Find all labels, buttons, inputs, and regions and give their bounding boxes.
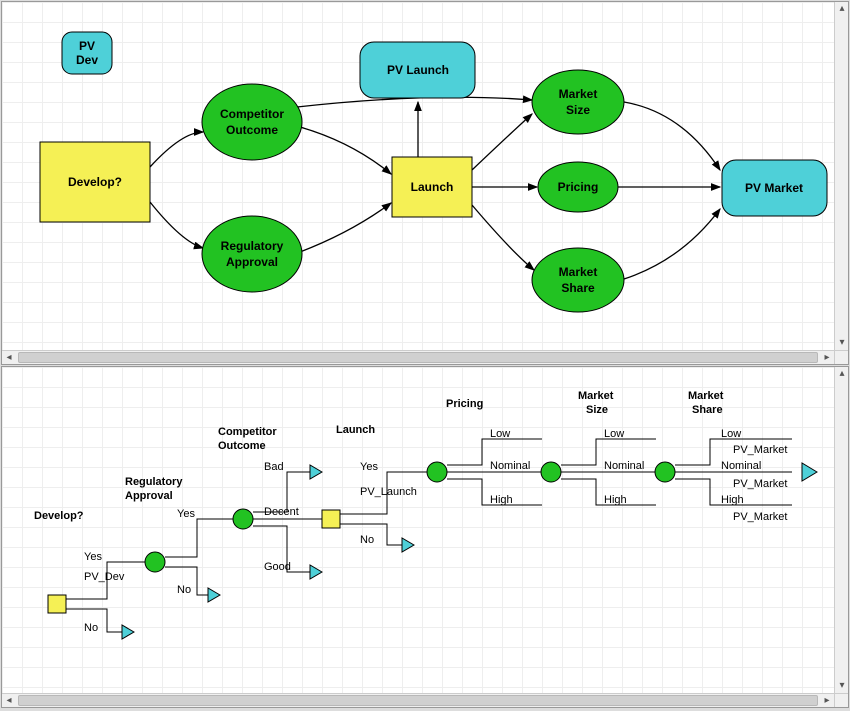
scroll-down-icon[interactable]: ▾ [836, 680, 848, 692]
scroll-right-icon[interactable]: ▸ [821, 352, 833, 364]
node-market-size[interactable]: Market Size [532, 70, 624, 134]
lbl-dev-no: No [84, 622, 98, 634]
endpoint-icon [310, 565, 322, 579]
scroll-thumb[interactable] [18, 695, 818, 706]
lbl-comp-good: Good [264, 561, 291, 573]
lbl-mktshare-nom: Nominal [721, 460, 761, 472]
node-pvmarket-label: PV Market [745, 181, 803, 195]
node-mktshare-label2: Share [561, 281, 595, 295]
influence-canvas[interactable]: PV Dev Develop? Competitor Outcome Regul… [2, 2, 834, 350]
scroll-thumb[interactable] [18, 352, 818, 363]
node-pv-market[interactable]: PV Market [722, 160, 827, 216]
lbl-launch-no: No [360, 534, 374, 546]
scroll-left-icon[interactable]: ◂ [3, 352, 15, 364]
lbl-mktsize-low: Low [604, 428, 624, 440]
hdr-mktsize1: Market [578, 390, 614, 402]
scroll-corner [834, 693, 848, 707]
lbl-pricing-low: Low [490, 428, 510, 440]
node-pv-dev-label-2: Dev [76, 53, 98, 67]
horizontal-scrollbar[interactable]: ◂ ▸ [2, 693, 834, 707]
vertical-scrollbar[interactable]: ▴ ▾ [834, 367, 848, 693]
lbl-mktsize-nom: Nominal [604, 460, 644, 472]
vertical-scrollbar[interactable]: ▴ ▾ [834, 2, 848, 350]
lbl-mktshare-pv1: PV_Market [733, 444, 787, 456]
node-competitor-outcome[interactable]: Competitor Outcome [202, 84, 302, 160]
node-comp-label2: Outcome [226, 123, 278, 137]
node-pv-launch-label: PV Launch [387, 63, 449, 77]
scroll-corner [834, 350, 848, 364]
hdr-develop: Develop? [34, 510, 84, 522]
hdr-reg-app1: Regulatory [125, 476, 183, 488]
lbl-comp-decent: Decent [264, 506, 299, 518]
node-mktsize-label1: Market [559, 87, 598, 101]
node-reg-label2: Approval [226, 255, 278, 269]
lbl-dev-yes: Yes [84, 551, 102, 563]
node-pv-dev-label-1: PV [79, 39, 95, 53]
node-mktsize-label2: Size [566, 103, 590, 117]
node-mktshare-label1: Market [559, 265, 598, 279]
hdr-mktshare1: Market [688, 390, 724, 402]
influence-diagram-panel: PV Dev Develop? Competitor Outcome Regul… [1, 1, 849, 365]
horizontal-scrollbar[interactable]: ◂ ▸ [2, 350, 834, 364]
tree-chance-mktsize[interactable] [541, 462, 561, 482]
hdr-mktsize2: Size [586, 404, 608, 416]
node-pv-launch[interactable]: PV Launch [360, 42, 475, 98]
scroll-down-icon[interactable]: ▾ [836, 337, 848, 349]
node-launch-label: Launch [411, 180, 454, 194]
tree-chance-mktshare[interactable] [655, 462, 675, 482]
endpoint-icon [402, 538, 414, 552]
lbl-mktshare-high: High [721, 494, 744, 506]
hdr-comp-out2: Outcome [218, 440, 266, 452]
tree-chance-compout[interactable] [233, 509, 253, 529]
endpoint-icon [122, 625, 134, 639]
lbl-mktshare-pv3: PV_Market [733, 511, 787, 523]
node-develop[interactable]: Develop? [40, 142, 150, 222]
hdr-comp-out1: Competitor [218, 426, 277, 438]
node-pricing-label: Pricing [558, 180, 599, 194]
hdr-reg-app2: Approval [125, 490, 173, 502]
endpoint-icon [802, 463, 817, 481]
scroll-right-icon[interactable]: ▸ [821, 695, 833, 707]
scroll-up-icon[interactable]: ▴ [836, 3, 848, 15]
lbl-mktshare-low: Low [721, 428, 741, 440]
scroll-up-icon[interactable]: ▴ [836, 368, 848, 380]
node-market-share[interactable]: Market Share [532, 248, 624, 312]
endpoint-icon [208, 588, 220, 602]
hdr-mktshare2: Share [692, 404, 723, 416]
node-pv-dev[interactable]: PV Dev [62, 32, 112, 74]
node-pricing[interactable]: Pricing [538, 162, 618, 212]
tree-canvas[interactable]: Develop? Regulatory Approval Competitor … [2, 367, 834, 693]
lbl-dev-pv: PV_Dev [84, 571, 125, 583]
lbl-mktshare-pv2: PV_Market [733, 478, 787, 490]
tree-chance-regapp[interactable] [145, 552, 165, 572]
node-comp-label1: Competitor [220, 107, 284, 121]
lbl-reg-yes: Yes [177, 508, 195, 520]
hdr-launch: Launch [336, 424, 375, 436]
scroll-left-icon[interactable]: ◂ [3, 695, 15, 707]
node-regulatory-approval[interactable]: Regulatory Approval [202, 216, 302, 292]
node-reg-label1: Regulatory [221, 239, 284, 253]
decision-tree-panel: Develop? Regulatory Approval Competitor … [1, 366, 849, 708]
lbl-pricing-nom: Nominal [490, 460, 530, 472]
lbl-mktsize-high: High [604, 494, 627, 506]
lbl-launch-yes: Yes [360, 461, 378, 473]
lbl-launch-pv: PV_Launch [360, 486, 417, 498]
hdr-pricing: Pricing [446, 398, 483, 410]
lbl-reg-no: No [177, 584, 191, 596]
lbl-pricing-high: High [490, 494, 513, 506]
node-develop-label: Develop? [68, 175, 122, 189]
lbl-comp-bad: Bad [264, 461, 284, 473]
tree-dec-launch[interactable] [322, 510, 340, 528]
endpoint-icon [310, 465, 322, 479]
tree-chance-pricing[interactable] [427, 462, 447, 482]
node-launch[interactable]: Launch [392, 157, 472, 217]
tree-dec-develop[interactable] [48, 595, 66, 613]
